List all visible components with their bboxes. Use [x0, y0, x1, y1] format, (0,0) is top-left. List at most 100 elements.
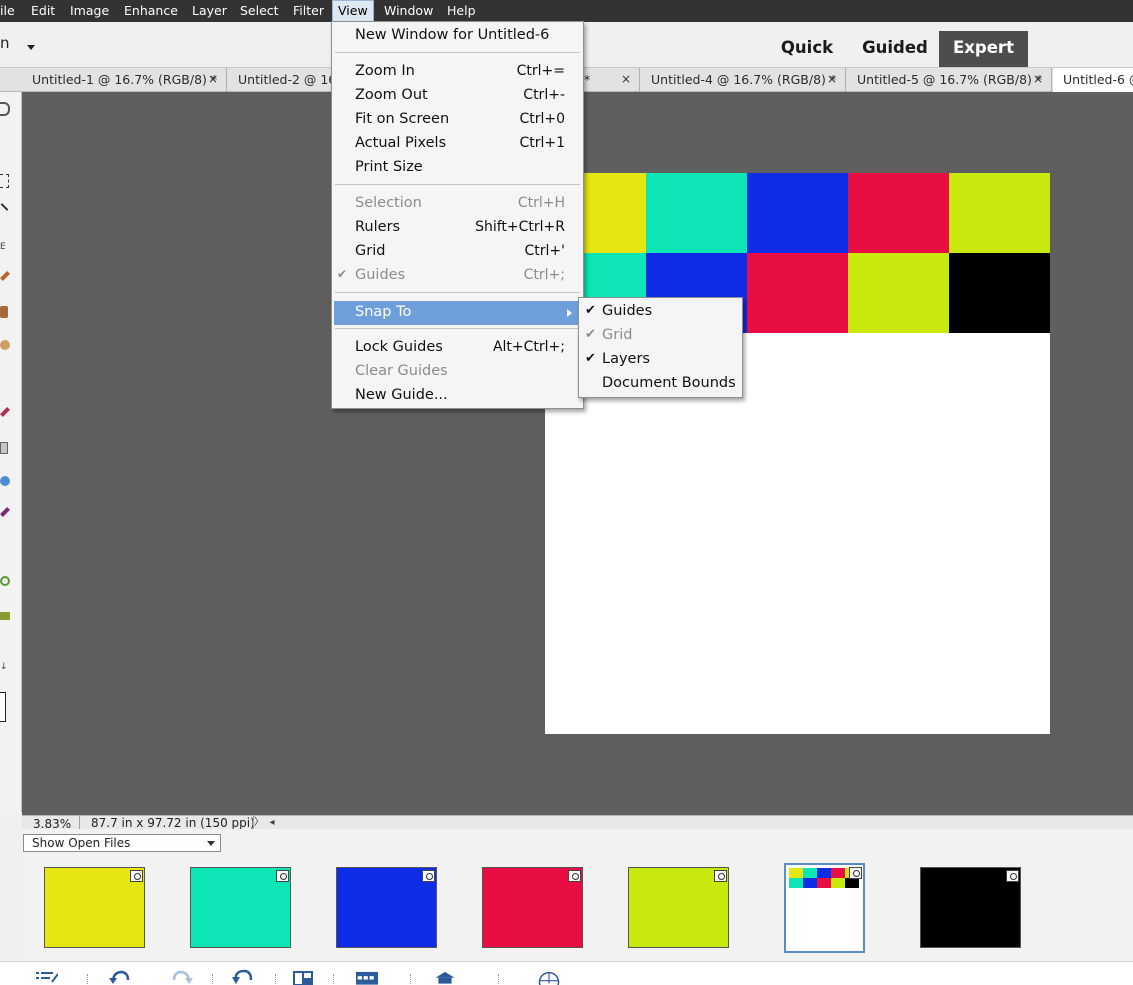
menu-select[interactable]: Select — [240, 0, 279, 22]
toolbox: E ↓ — [0, 92, 22, 812]
snap-to-submenu: ✔ Guides ✔ Grid ✔ Layers Document Bounds — [578, 297, 743, 398]
menu-layer[interactable]: Layer — [192, 0, 227, 22]
menu-item-actual-pixels[interactable]: Actual Pixels Ctrl+1 — [334, 132, 581, 156]
status-menu-button[interactable]: 〉 — [254, 816, 264, 830]
thumbnail[interactable] — [628, 867, 729, 948]
menu-item-lock-guides[interactable]: Lock Guides Alt+Ctrl+; — [334, 336, 581, 360]
menu-help[interactable]: Help — [447, 0, 476, 22]
magic-wand-tool-icon[interactable] — [0, 203, 9, 211]
menu-view[interactable]: View — [332, 0, 374, 22]
eraser-tool-icon[interactable] — [0, 442, 8, 454]
chevron-right-icon — [567, 309, 572, 317]
menu-file[interactable]: ile — [0, 0, 15, 22]
tab-untitled-3[interactable]: * × — [584, 68, 640, 92]
menu-enhance[interactable]: Enhance — [124, 0, 178, 22]
menu-item-shortcut: Ctrl+= — [516, 63, 565, 79]
menu-item-zoom-out[interactable]: Zoom Out Ctrl+- — [334, 84, 581, 108]
color-replacement-tool-icon[interactable] — [0, 507, 10, 517]
status-bar: 3.83% 87.7 in x 97.72 in (150 ppi) 〉 ◂ — [22, 815, 1133, 831]
tab-untitled-4[interactable]: Untitled-4 @ 16.7% (RGB/8) * × — [641, 68, 846, 92]
spot-healing-tool-icon[interactable] — [0, 271, 10, 281]
menu-item-new-guide[interactable]: New Guide... — [334, 384, 581, 408]
thumbnail[interactable] — [920, 867, 1021, 948]
divider — [410, 974, 411, 984]
rotate-icon[interactable] — [232, 968, 254, 985]
tab-label: Untitled-1 @ 16.7% (RGB/8) * — [32, 72, 218, 87]
close-icon[interactable]: × — [1033, 68, 1043, 91]
menu-image[interactable]: Image — [70, 0, 109, 22]
blur-tool-icon[interactable] — [0, 476, 10, 486]
scroll-left-icon[interactable]: ◂ — [267, 816, 277, 830]
mini-color-cell — [831, 868, 845, 878]
healing-brush-tool-icon[interactable] — [0, 340, 10, 350]
snap-item-guides[interactable]: ✔ Guides — [581, 300, 740, 324]
mode-expert-button[interactable]: Expert — [939, 31, 1028, 67]
layout-icon[interactable] — [292, 968, 314, 985]
divider — [498, 974, 499, 984]
color-cell — [949, 253, 1050, 333]
document-canvas[interactable] — [545, 173, 1050, 734]
divider — [212, 974, 213, 984]
menu-item-fit-on-screen[interactable]: Fit on Screen Ctrl+0 — [334, 108, 581, 132]
mode-guided-button[interactable]: Guided — [855, 31, 935, 67]
menu-item-print-size[interactable]: Print Size — [334, 156, 581, 180]
show-files-select[interactable]: Show Open Files — [23, 834, 221, 852]
menu-item-label: Snap To — [355, 304, 412, 320]
brush-tool-icon[interactable] — [0, 407, 10, 417]
snap-item-document-bounds[interactable]: Document Bounds — [581, 372, 740, 396]
menu-item-grid[interactable]: Grid Ctrl+' — [334, 240, 581, 264]
close-icon[interactable]: × — [827, 68, 837, 91]
close-icon[interactable]: × — [208, 68, 218, 91]
snap-item-label: Layers — [602, 351, 650, 367]
mode-quick-button[interactable]: Quick — [771, 31, 843, 67]
organizer-icon[interactable] — [356, 968, 378, 985]
mini-color-cell — [817, 878, 831, 888]
menu-separator — [335, 328, 580, 329]
menu-item-label: Grid — [355, 243, 386, 259]
hand-tool-icon[interactable] — [0, 102, 10, 116]
mini-color-cell — [789, 878, 803, 888]
divider — [79, 816, 80, 830]
snap-item-layers[interactable]: ✔ Layers — [581, 348, 740, 372]
thumbnail[interactable] — [336, 867, 437, 948]
edit-badge-icon — [849, 867, 862, 879]
home-screen-icon[interactable] — [434, 968, 456, 985]
swap-colors-icon[interactable]: ↓ — [0, 662, 8, 672]
undo-icon[interactable] — [108, 968, 130, 985]
task-list-icon[interactable] — [36, 968, 58, 985]
mini-color-cell — [803, 878, 817, 888]
marquee-tool-icon[interactable] — [0, 174, 9, 188]
red-eye-tool-icon[interactable]: E — [0, 242, 6, 252]
clone-stamp-tool-icon[interactable] — [0, 306, 8, 318]
divider — [275, 974, 276, 984]
close-icon[interactable]: × — [621, 68, 631, 91]
tab-untitled-1[interactable]: Untitled-1 @ 16.7% (RGB/8) * × — [22, 68, 227, 92]
tab-untitled-6[interactable]: Untitled-6 @ — [1053, 68, 1133, 93]
menu-item-zoom-in[interactable]: Zoom In Ctrl+= — [334, 60, 581, 84]
menu-item-rulers[interactable]: Rulers Shift+Ctrl+R — [334, 216, 581, 240]
menu-separator — [335, 292, 580, 293]
menu-filter[interactable]: Filter — [293, 0, 324, 22]
chevron-down-icon[interactable] — [27, 45, 35, 50]
app-mode-dropdown[interactable]: n — [0, 34, 10, 52]
tab-untitled-5[interactable]: Untitled-5 @ 16.7% (RGB/8) * × — [847, 68, 1052, 92]
menu-edit[interactable]: Edit — [31, 0, 55, 22]
gear-icon[interactable] — [0, 576, 10, 586]
menu-item-snap-to[interactable]: Snap To — [334, 301, 581, 325]
pattern-tool-icon[interactable] — [0, 612, 10, 620]
redo-icon[interactable] — [172, 968, 194, 985]
thumbnail[interactable] — [190, 867, 291, 948]
menu-item-new-window-for-untitled-6[interactable]: New Window for Untitled-6 — [334, 24, 581, 48]
checkmark-icon: ✔ — [585, 303, 596, 318]
edit-badge-icon — [1006, 870, 1019, 882]
foreground-color-swatch[interactable] — [0, 692, 6, 722]
thumbnail[interactable] — [482, 867, 583, 948]
menu-window[interactable]: Window — [384, 0, 433, 22]
menu-item-shortcut: Ctrl+H — [517, 195, 565, 211]
thumbnail-active[interactable] — [784, 863, 865, 953]
tab-untitled-2[interactable]: Untitled-2 @ 16. — [228, 68, 332, 92]
thumbnail[interactable] — [44, 867, 145, 948]
web-icon[interactable] — [538, 968, 560, 985]
menu-item-shortcut: Shift+Ctrl+R — [475, 219, 565, 235]
mini-color-cell — [817, 868, 831, 878]
